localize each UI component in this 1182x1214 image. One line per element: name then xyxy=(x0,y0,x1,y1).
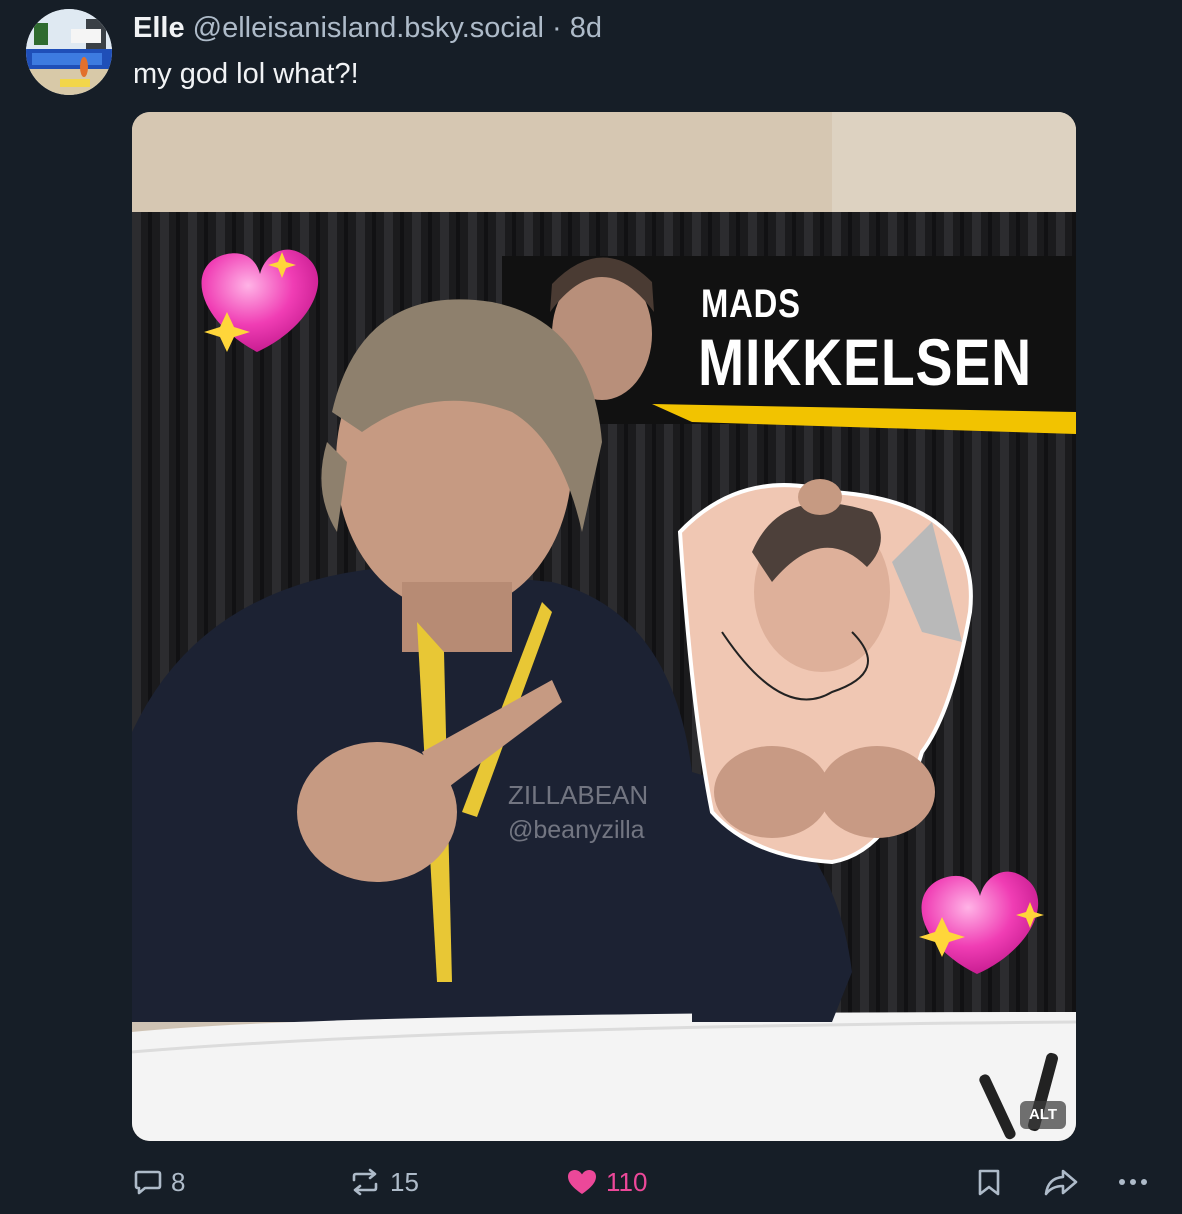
watermark-handle: @beanyzilla xyxy=(508,816,645,844)
heart-icon xyxy=(566,1167,598,1197)
author-avatar[interactable] xyxy=(26,9,112,95)
bookmark-icon xyxy=(975,1167,1003,1197)
post-text: my god lol what?! xyxy=(133,58,359,90)
reply-button[interactable]: 8 xyxy=(133,1160,185,1204)
more-options-button[interactable] xyxy=(1116,1160,1150,1204)
post: Elle @elleisanisland.bsky.social · 8d my… xyxy=(0,0,1182,1214)
watermark-name: ZILLABEAN xyxy=(508,780,649,810)
author-display-name[interactable]: Elle xyxy=(133,12,185,44)
bookmark-button[interactable] xyxy=(975,1160,1003,1204)
reply-count: 8 xyxy=(171,1166,186,1197)
post-header: Elle @elleisanisland.bsky.social · 8d xyxy=(133,10,602,46)
share-button[interactable] xyxy=(1043,1160,1079,1204)
like-count: 110 xyxy=(606,1166,648,1197)
share-icon xyxy=(1043,1167,1079,1197)
header-separator: · xyxy=(552,12,562,44)
post-image[interactable]: MADS MIKKELSEN ZILLABEAN @beanyzilla ALT xyxy=(132,112,1076,1141)
photo-illustration xyxy=(132,112,1076,1141)
reply-icon xyxy=(133,1167,163,1197)
alt-text-button[interactable]: ALT xyxy=(1020,1101,1066,1129)
repost-icon xyxy=(348,1167,382,1197)
post-timestamp[interactable]: 8d xyxy=(570,12,602,44)
repost-button[interactable]: 15 xyxy=(348,1160,419,1204)
banner-last-name: MIKKELSEN xyxy=(698,325,1033,399)
repost-count: 15 xyxy=(390,1166,419,1197)
more-icon xyxy=(1116,1167,1150,1197)
author-handle[interactable]: @elleisanisland.bsky.social xyxy=(193,12,544,44)
like-button[interactable]: 110 xyxy=(566,1160,647,1204)
banner-first-name: MADS xyxy=(701,282,801,326)
post-actions: 8 15 110 xyxy=(0,1160,1182,1204)
